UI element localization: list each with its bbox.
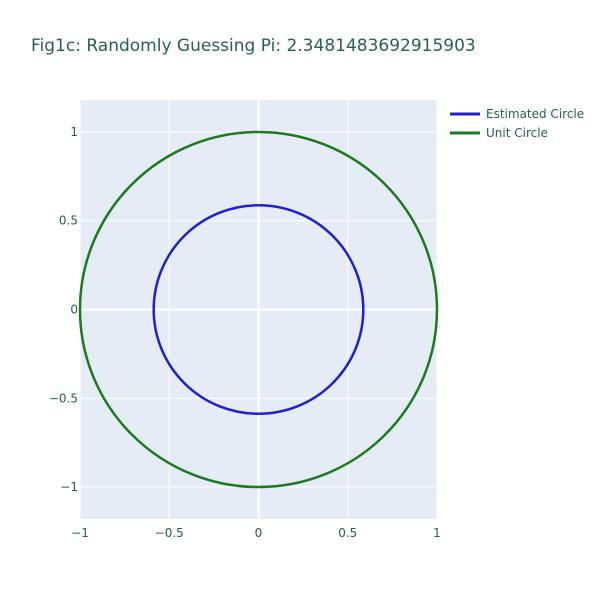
y-tick-label: −0.5 bbox=[49, 391, 78, 405]
y-tick-label: −1 bbox=[60, 480, 78, 494]
y-tick-label: 0.5 bbox=[59, 214, 78, 228]
x-tick-label: 1 bbox=[433, 526, 441, 540]
legend-label: Unit Circle bbox=[486, 126, 548, 140]
chart: Fig1c: Randomly Guessing Pi: 2.348148369… bbox=[0, 0, 600, 600]
x-tick-label: −0.5 bbox=[155, 526, 184, 540]
y-tick-label: 0 bbox=[70, 303, 78, 317]
legend-label: Estimated Circle bbox=[486, 107, 584, 121]
x-tick-label: −1 bbox=[71, 526, 89, 540]
x-tick-label: 0 bbox=[255, 526, 263, 540]
chart-title: Fig1c: Randomly Guessing Pi: 2.348148369… bbox=[31, 36, 476, 56]
y-tick-label: 1 bbox=[70, 125, 78, 139]
x-tick-label: 0.5 bbox=[338, 526, 357, 540]
